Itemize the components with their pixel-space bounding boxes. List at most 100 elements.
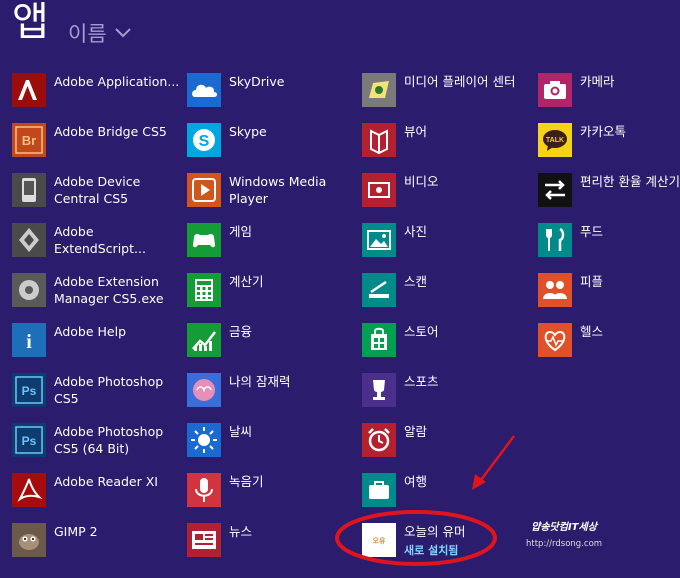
app-tile[interactable]: 뷰어 [362,120,537,170]
app-tile[interactable]: 계산기 [187,270,362,320]
app-tile[interactable]: S Skype [187,120,362,170]
app-column: SkyDrive S Skype Windows Media Player 게임계산기금… [187,70,362,570]
app-tile[interactable]: 나의 잠재력 [187,370,362,420]
svg-text:Ps: Ps [22,434,37,448]
food-utensils-icon [538,223,572,257]
photoshop-icon: Ps [12,373,46,407]
app-tile[interactable]: TALK 카카오톡 [538,120,680,170]
svg-text:Br: Br [22,133,36,148]
app-tile[interactable]: 헬스 [538,320,680,370]
app-name: 미디어 플레이어 센터 [404,74,516,89]
app-name: 스포츠 [404,374,439,389]
media-center-icon [362,73,396,107]
skype-icon: S [187,123,221,157]
app-tile[interactable]: 사진 [362,220,537,270]
app-tile[interactable]: GIMP 2 [12,520,187,570]
app-tile[interactable]: Adobe Reader XI [12,470,187,520]
app-tile[interactable]: 날씨 [187,420,362,470]
app-column: 카메라 TALK 카카오톡편리한 환율 계산기푸드피플헬스 [538,70,680,370]
app-tile[interactable]: Br Adobe Bridge CS5 [12,120,187,170]
kakaotalk-icon: TALK [538,123,572,157]
app-tile[interactable]: 스캔 [362,270,537,320]
watermark: 얍송닷컴IT세상 http://rdsong.com [526,520,602,552]
photo-icon [362,223,396,257]
exchange-arrows-icon [538,173,572,207]
app-tile[interactable]: 스포츠 [362,370,537,420]
extendscript-icon [12,223,46,257]
app-name: 날씨 [229,424,253,439]
app-name: 카카오톡 [580,124,627,139]
app-name: Adobe Photoshop CS5 (64 Bit) [54,424,164,456]
app-name: 비디오 [404,174,439,189]
brain-icon [187,373,221,407]
svg-text:Ps: Ps [22,384,37,398]
app-tile[interactable]: Ps Adobe Photoshop CS5 [12,370,187,420]
app-name: 뷰어 [404,124,428,139]
svg-text:i: i [26,331,32,353]
app-name: GIMP 2 [54,524,98,539]
app-name: Windows Media Player [229,174,327,206]
red-circle-annotation [335,510,497,566]
sun-icon [187,423,221,457]
app-name: Adobe Photoshop CS5 [54,374,164,406]
watermark-url: http://rdsong.com [526,539,603,549]
video-icon [362,173,396,207]
app-name: 계산기 [229,274,264,289]
calculator-icon [187,273,221,307]
app-tile[interactable]: 스토어 [362,320,537,370]
app-name: Adobe Help [54,324,127,339]
app-tile[interactable]: Adobe ExtendScript... [12,220,187,270]
photoshop-64-icon: Ps [12,423,46,457]
app-tile[interactable]: 푸드 [538,220,680,270]
help-icon: i [12,323,46,357]
camera-icon [538,73,572,107]
app-name: Adobe ExtendScript... [54,224,146,256]
app-tile[interactable]: Ps Adobe Photoshop CS5 (64 Bit) [12,420,187,470]
app-tile[interactable]: Windows Media Player [187,170,362,220]
gimp-icon [12,523,46,557]
chevron-down-icon [114,28,131,38]
cloud-icon [187,73,221,107]
app-name: Adobe Device Central CS5 [54,174,141,206]
app-name: 편리한 환율 계산기 [580,174,680,189]
app-column: Adobe Application... Br Adobe Bridge CS5 Ad… [12,70,187,570]
app-tile[interactable]: Adobe Application... [12,70,187,120]
app-tile[interactable]: 게임 [187,220,362,270]
app-tile[interactable]: 피플 [538,270,680,320]
app-name: SkyDrive [229,74,285,89]
app-tile[interactable]: i Adobe Help [12,320,187,370]
app-name: 헬스 [580,324,604,339]
app-name: 금융 [229,324,253,339]
app-tile[interactable]: 편리한 환율 계산기 [538,170,680,220]
sort-by-name-button[interactable]: 이름 [68,18,131,48]
red-arrow-annotation [472,435,515,490]
app-name: 녹음기 [229,474,264,489]
trophy-icon [362,373,396,407]
app-tile[interactable]: 비디오 [362,170,537,220]
app-tile[interactable]: 미디어 플레이어 센터 [362,70,537,120]
app-tile[interactable]: Adobe Extension Manager CS5.exe [12,270,187,320]
app-name: 게임 [229,224,253,239]
svg-text:TALK: TALK [546,137,564,144]
sort-label: 이름 [68,22,107,46]
app-name: Adobe Extension Manager CS5.exe [54,274,164,306]
extension-manager-icon [12,273,46,307]
page-title: 앱 [12,0,49,45]
app-name: 스토어 [404,324,439,339]
app-name: 카메라 [580,74,615,89]
reader-app-icon [362,123,396,157]
app-name: 푸드 [580,224,604,239]
app-name: 스캔 [404,274,428,289]
app-name: Adobe Application... [54,74,180,89]
app-tile[interactable]: 금융 [187,320,362,370]
microphone-icon [187,473,221,507]
watermark-title: 얍송닷컴IT세상 [531,522,597,533]
app-tile[interactable]: Adobe Device Central CS5 [12,170,187,220]
app-column: 미디어 플레이어 센터 뷰어 비디오 사진 스캔 스토어 스포츠 알람 여행 오유 오늘의 유머 새로… [362,70,537,570]
news-icon [187,523,221,557]
app-tile[interactable]: 카메라 [538,70,680,120]
finance-chart-icon [187,323,221,357]
svg-text:S: S [199,133,210,150]
app-tile[interactable]: SkyDrive [187,70,362,120]
scanner-icon [362,273,396,307]
